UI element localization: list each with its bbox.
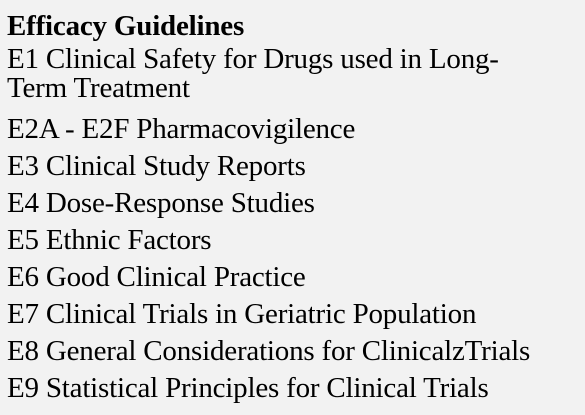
guideline-item-e1: E1 Clinical Safety for Drugs used in Lon… bbox=[7, 45, 585, 103]
guideline-item-e8: E8 General Considerations for ClinicalzT… bbox=[7, 335, 531, 367]
guideline-item-e6: E6 Good Clinical Practice bbox=[7, 261, 306, 293]
guideline-list: E1 Clinical Safety for Drugs used in Lon… bbox=[7, 45, 585, 407]
guideline-item-e9: E9 Statistical Principles for Clinical T… bbox=[7, 372, 489, 404]
guideline-item-e4: E4 Dose-Response Studies bbox=[7, 187, 315, 219]
guideline-item-e3: E3 Clinical Study Reports bbox=[7, 150, 306, 182]
guideline-e1-line-1: E1 Clinical Safety for Drugs used in Lon… bbox=[7, 43, 499, 75]
page-title: Efficacy Guidelines bbox=[7, 10, 245, 42]
guideline-item-e5: E5 Ethnic Factors bbox=[7, 224, 212, 256]
page: Efficacy Guidelines E1 Clinical Safety f… bbox=[0, 0, 585, 415]
guideline-item-e7: E7 Clinical Trials in Geriatric Populati… bbox=[7, 298, 477, 330]
guideline-item-e2: E2A - E2F Pharmacovigilence bbox=[7, 113, 356, 145]
guideline-e1-line-2: Term Treatment bbox=[7, 72, 190, 104]
